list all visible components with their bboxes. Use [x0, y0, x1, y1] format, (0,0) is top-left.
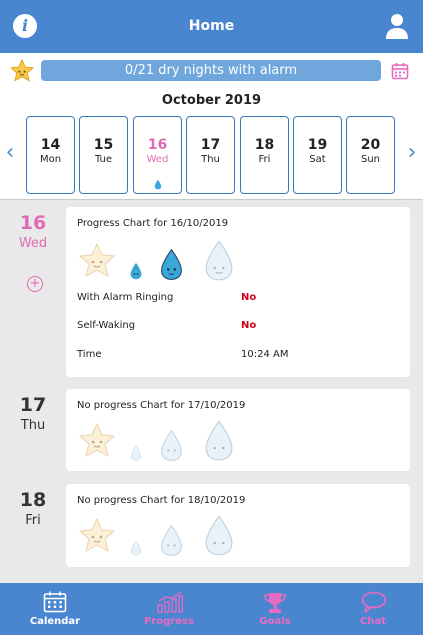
entry-day-name: Thu: [20, 418, 46, 433]
card-title: No progress Chart for 17/10/2019: [77, 400, 246, 411]
progress-card[interactable]: No progress Chart for 18/10/2019: [66, 484, 410, 567]
entry-day-number: 18: [19, 489, 47, 511]
star-icon: [9, 58, 35, 84]
tab-progress[interactable]: Progress: [116, 583, 222, 635]
day-card[interactable]: 14 Mon: [26, 116, 75, 194]
entry-date: 18 Fri: [0, 489, 66, 528]
month-label: October 2019: [161, 93, 262, 108]
self-waking-label: Self-Waking: [77, 320, 136, 331]
day-name: Thu: [201, 154, 220, 165]
small-drop-icon: [130, 445, 142, 461]
star-icon: [77, 516, 117, 556]
day-name: Tue: [94, 154, 113, 165]
card-title: Progress Chart for 16/10/2019: [77, 218, 229, 229]
medium-drop-icon: [159, 248, 184, 281]
alarm-ringing-label: With Alarm Ringing: [77, 292, 174, 303]
entry-day-name: Fri: [25, 513, 41, 528]
page-title: Home: [188, 18, 235, 34]
day-number: 16: [147, 137, 168, 153]
star-icon: [77, 421, 117, 461]
small-drop-icon: [129, 262, 143, 280]
entry-day-number: 17: [19, 394, 47, 416]
water-drop-icon: [154, 179, 162, 190]
entry-day-name: Wed: [18, 236, 48, 251]
tab-goals[interactable]: Goals: [222, 583, 328, 635]
progress-row: 0/21 dry nights with alarm: [0, 53, 423, 88]
card-title: No progress Chart for 18/10/2019: [77, 495, 246, 506]
entry-date: 17 Thu: [0, 394, 66, 433]
large-drop-icon: [202, 419, 236, 462]
tab-label: Chat: [360, 616, 386, 627]
progress-icons: [77, 514, 247, 558]
progress-icons: [77, 419, 247, 463]
top-app-bar: i Home: [0, 0, 423, 53]
entry-date: 16 Wed: [0, 212, 66, 251]
user-profile-icon[interactable]: [385, 12, 409, 40]
chat-bubble-icon: [361, 591, 387, 613]
day-card-selected[interactable]: 16 Wed: [133, 116, 182, 194]
medium-drop-icon: [159, 429, 184, 462]
add-entry-button[interactable]: +: [27, 276, 43, 292]
day-number: 20: [360, 137, 381, 153]
dry-nights-progress: 0/21 dry nights with alarm: [41, 60, 381, 81]
chevron-right-icon[interactable]: ›: [405, 142, 419, 164]
day-name: Mon: [39, 154, 62, 165]
tab-label: Progress: [144, 616, 194, 627]
tab-calendar[interactable]: Calendar: [2, 583, 108, 635]
trophy-icon: [264, 593, 286, 613]
day-number: 17: [200, 137, 221, 153]
day-number: 14: [40, 137, 61, 153]
self-waking-value: No: [241, 320, 257, 331]
day-card[interactable]: 18 Fri: [240, 116, 289, 194]
calendar-icon[interactable]: [391, 62, 409, 80]
calendar-icon: [43, 591, 67, 613]
day-card[interactable]: 17 Thu: [186, 116, 235, 194]
medium-drop-icon: [159, 524, 184, 557]
progress-card[interactable]: Progress Chart for 16/10/2019 With Alarm…: [66, 207, 410, 377]
large-drop-icon: [202, 514, 236, 557]
chevron-left-icon[interactable]: ‹: [3, 142, 17, 164]
day-number: 18: [254, 137, 275, 153]
time-value: 10:24 AM: [241, 349, 289, 360]
week-strip: October 2019 ‹ › 14 Mon 15 Tue 16 Wed 17…: [0, 88, 423, 200]
small-drop-icon: [130, 540, 142, 556]
alarm-ringing-value: No: [241, 292, 257, 303]
tab-label: Goals: [259, 616, 291, 627]
star-icon: [77, 241, 117, 281]
day-card[interactable]: 19 Sat: [293, 116, 342, 194]
day-number: 15: [93, 137, 114, 153]
time-label: Time: [77, 349, 102, 360]
tab-chat[interactable]: Chat: [320, 583, 423, 635]
entry-day-number: 16: [19, 212, 47, 234]
day-name: Sat: [309, 154, 326, 165]
progress-icons: [77, 239, 247, 283]
large-drop-icon: [202, 239, 236, 282]
day-number: 19: [307, 137, 328, 153]
progress-card[interactable]: No progress Chart for 17/10/2019: [66, 389, 410, 471]
day-card[interactable]: 15 Tue: [79, 116, 128, 194]
day-name: Fri: [258, 154, 271, 165]
day-card[interactable]: 20 Sun: [346, 116, 395, 194]
day-name: Sun: [360, 154, 381, 165]
day-name: Wed: [146, 154, 169, 165]
bottom-tab-bar: Calendar Progress Goals Chat: [0, 583, 423, 635]
tab-label: Calendar: [29, 616, 81, 627]
chart-icon: [157, 591, 183, 613]
